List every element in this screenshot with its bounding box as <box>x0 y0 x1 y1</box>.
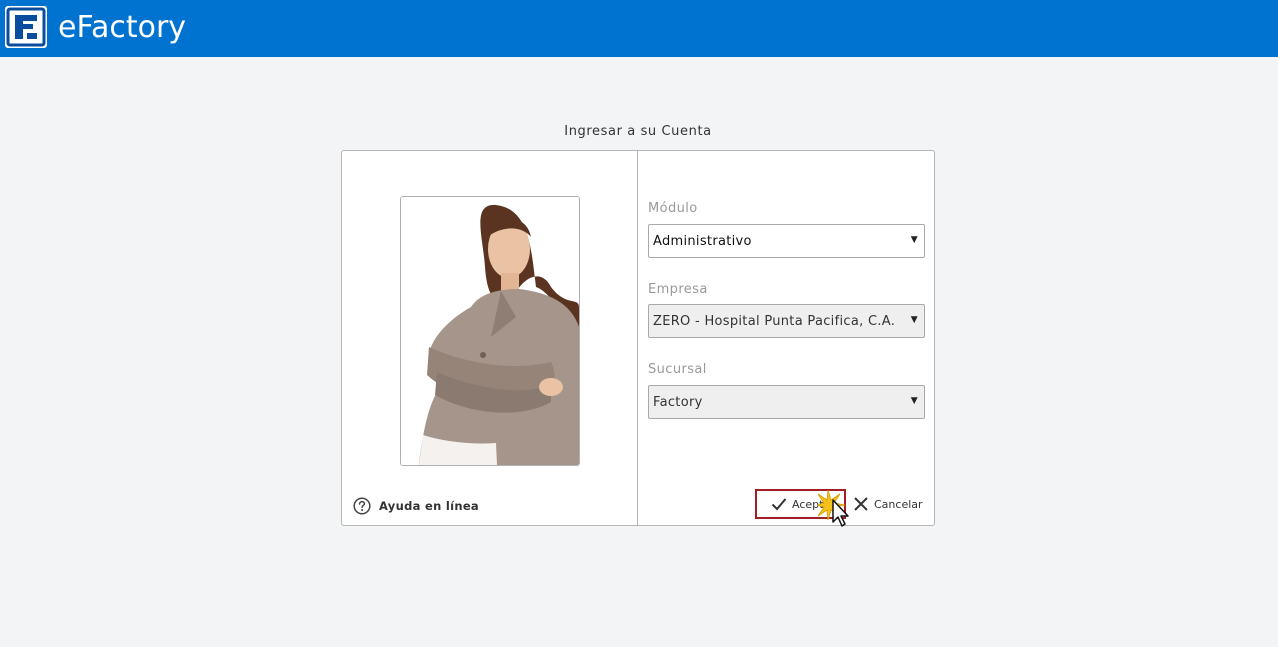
sucursal-select[interactable]: Factory ▼ <box>648 385 925 419</box>
sucursal-label: Sucursal <box>648 362 707 377</box>
x-icon <box>854 497 868 511</box>
empresa-label: Empresa <box>648 282 708 297</box>
app-title: eFactory <box>58 10 187 45</box>
accept-label: Aceptar <box>792 497 835 511</box>
modulo-value: Administrativo <box>653 233 752 249</box>
dropdown-arrow-icon: ▼ <box>910 396 918 406</box>
sucursal-value: Factory <box>653 394 703 410</box>
photo-panel: Ayuda en línea <box>341 150 639 526</box>
cancel-button[interactable]: Cancelar <box>851 489 931 519</box>
question-circle-icon <box>353 497 371 515</box>
empresa-value: ZERO - Hospital Punta Pacifica, C.A. <box>653 313 896 329</box>
user-photo <box>400 196 580 466</box>
modulo-select[interactable]: Administrativo ▼ <box>648 224 925 258</box>
cancel-label: Cancelar <box>874 497 923 511</box>
form-panel: Módulo Administrativo ▼ Empresa ZERO - H… <box>637 150 935 526</box>
modulo-label: Módulo <box>648 201 698 216</box>
top-bar: eFactory <box>0 0 1278 57</box>
efactory-logo-icon <box>5 6 47 48</box>
checkmark-icon <box>771 498 787 511</box>
dropdown-arrow-icon: ▼ <box>910 315 918 325</box>
accept-button[interactable]: Aceptar <box>755 489 846 519</box>
empresa-select[interactable]: ZERO - Hospital Punta Pacifica, C.A. ▼ <box>648 304 925 338</box>
help-link[interactable]: Ayuda en línea <box>353 496 479 516</box>
dropdown-arrow-icon: ▼ <box>910 235 918 245</box>
login-title: Ingresar a su Cuenta <box>564 124 712 139</box>
help-label: Ayuda en línea <box>379 499 479 513</box>
